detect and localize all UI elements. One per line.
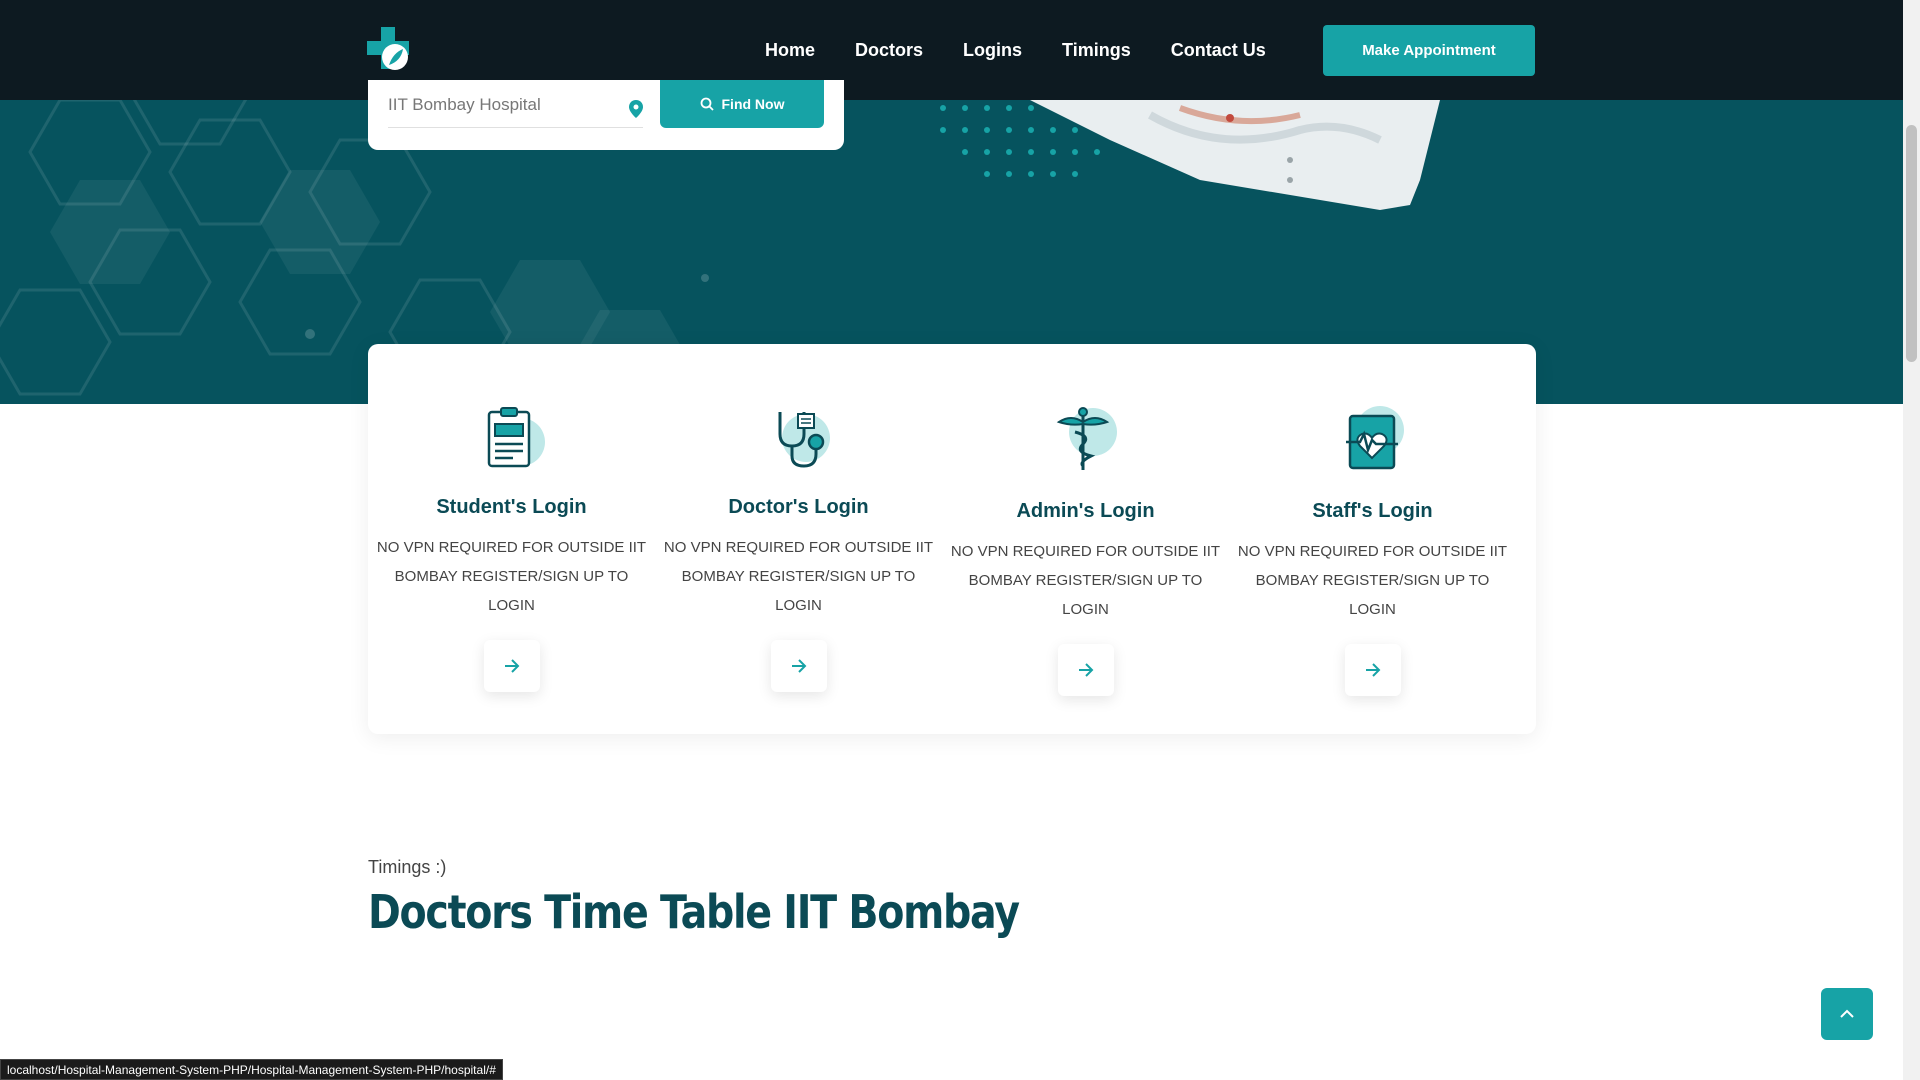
arrow-right-icon <box>791 659 806 673</box>
admin-login-card: Admin's Login NO VPN REQUIRED FOR OUTSID… <box>942 344 1229 696</box>
chevron-up-icon <box>1840 1009 1854 1018</box>
staff-login-card: Staff's Login NO VPN REQUIRED FOR OUTSID… <box>1229 344 1516 696</box>
admin-login-title: Admin's Login <box>1016 500 1155 522</box>
student-login-card: Student's Login NO VPN REQUIRED FOR OUTS… <box>368 344 655 692</box>
heart-monitor-icon <box>1345 406 1404 470</box>
timings-section-title: Doctors Time Table IIT Bombay <box>368 885 1020 939</box>
search-icon <box>700 97 714 111</box>
stethoscope-icon <box>778 412 830 468</box>
doctor-login-card: Doctor's Login NO VPN REQUIRED FOR OUTSI… <box>655 344 942 692</box>
make-appointment-button[interactable]: Make Appointment <box>1323 25 1535 76</box>
back-to-top-button[interactable] <box>1821 988 1873 1040</box>
doctor-login-arrow-button[interactable] <box>770 640 827 692</box>
student-login-arrow-button[interactable] <box>483 640 540 692</box>
admin-login-description: NO VPN REQUIRED FOR OUTSIDE IIT BOMBAY R… <box>950 543 1221 618</box>
nav-timings-link[interactable]: Timings <box>1062 40 1131 61</box>
doctor-login-description: NO VPN REQUIRED FOR OUTSIDE IIT BOMBAY R… <box>663 539 934 614</box>
arrow-right-icon <box>1078 663 1093 677</box>
caduceus-icon <box>1056 407 1117 470</box>
location-input-value: IIT Bombay Hospital <box>388 95 541 114</box>
top-navbar: Home Doctors Logins Timings Contact Us M… <box>0 0 1903 100</box>
student-login-description: NO VPN REQUIRED FOR OUTSIDE IIT BOMBAY R… <box>376 539 647 614</box>
nav-logins-link[interactable]: Logins <box>963 40 1022 61</box>
nav-doctors-link[interactable]: Doctors <box>855 40 923 61</box>
arrow-right-icon <box>1365 663 1380 677</box>
doctor-login-title: Doctor's Login <box>728 496 869 518</box>
staff-login-title: Staff's Login <box>1312 500 1433 522</box>
logins-panel: Student's Login NO VPN REQUIRED FOR OUTS… <box>368 344 1536 734</box>
browser-status-url: localhost/Hospital-Management-System-PHP… <box>0 1059 503 1080</box>
nav-contact-link[interactable]: Contact Us <box>1171 40 1266 61</box>
find-now-label: Find Now <box>721 96 785 112</box>
map-pin-icon <box>629 100 643 118</box>
find-now-button[interactable]: Find Now <box>660 80 824 128</box>
admin-login-arrow-button[interactable] <box>1057 644 1114 696</box>
nav-home-link[interactable]: Home <box>765 40 815 61</box>
arrow-right-icon <box>504 659 519 673</box>
timings-subtitle: Timings :) <box>368 857 447 877</box>
location-input[interactable]: IIT Bombay Hospital <box>388 86 643 128</box>
scrollbar-thumb[interactable] <box>1906 125 1917 362</box>
student-login-title: Student's Login <box>436 496 587 518</box>
staff-login-description: NO VPN REQUIRED FOR OUTSIDE IIT BOMBAY R… <box>1237 543 1508 618</box>
clipboard-icon <box>487 407 545 468</box>
hospital-search-card: IIT Bombay Hospital Find Now <box>368 80 844 150</box>
hospital-logo-icon[interactable] <box>367 27 409 73</box>
staff-login-arrow-button[interactable] <box>1344 644 1401 696</box>
